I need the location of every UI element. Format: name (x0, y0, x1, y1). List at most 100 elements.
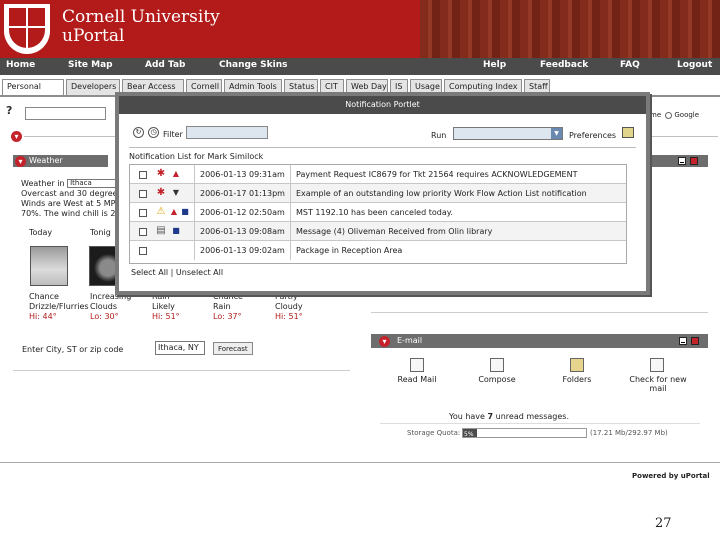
collapse-icon[interactable]: ▾ (11, 131, 22, 142)
divider (371, 312, 708, 313)
check-new-mail-link[interactable]: Check for new mail (623, 375, 693, 393)
search-engine-options: me Google (650, 111, 699, 119)
footer (0, 462, 720, 540)
table-row[interactable]: ✱ ▼ 2006-01-17 01:13pm Example of an out… (130, 184, 626, 203)
forecast-day-4-line2: Rain (213, 302, 231, 311)
select-links: Select All | Unselect All (131, 268, 224, 277)
footer-divider (0, 462, 720, 463)
read-mail-icon[interactable] (410, 358, 424, 372)
tab-developers[interactable]: Developers (66, 79, 120, 95)
site-header: Cornell University uPortal (0, 0, 720, 58)
minimize-icon[interactable] (678, 157, 686, 165)
history-icon[interactable]: ◷ (148, 127, 159, 138)
info-icon: ■ (172, 226, 180, 235)
notification-message[interactable]: Payment Request IC8679 for Tkt 21564 req… (296, 170, 577, 179)
tab-personal[interactable]: Personal (2, 79, 64, 96)
forecast-day-4: Chance Rain Lo: 37° (213, 292, 243, 322)
chevron-down-icon[interactable]: ▼ (551, 128, 562, 139)
brand-title: Cornell University uPortal (62, 8, 220, 46)
compose-link[interactable]: Compose (467, 375, 527, 384)
divider (290, 203, 291, 222)
warning-icon: ⚠ (156, 206, 166, 217)
forecast-day-5-line2: Cloudy (275, 302, 303, 311)
divider (194, 203, 195, 222)
weather-city-field[interactable]: Ithaca (67, 179, 118, 188)
preferences-icon[interactable] (622, 127, 634, 138)
row-checkbox[interactable] (139, 247, 147, 255)
storage-quota-percent: 5% (464, 431, 474, 438)
nav-add-tab[interactable]: Add Tab (145, 60, 185, 70)
forecast-day-2-temp: Lo: 30° (90, 312, 119, 321)
help-icon[interactable]: ? (6, 104, 12, 117)
run-select[interactable]: ▼ (453, 127, 563, 140)
preferences-link[interactable]: Preferences (569, 131, 616, 140)
row-checkbox[interactable] (139, 190, 147, 198)
zip-label: Enter City, ST or zip code (22, 345, 124, 354)
row-checkbox[interactable] (139, 209, 147, 217)
table-row[interactable]: ▤ ■ 2006-01-13 09:08am Message (4) Olive… (130, 222, 626, 241)
email-title: E-mail (397, 336, 423, 345)
compose-icon[interactable] (490, 358, 504, 372)
table-row[interactable]: 2006-01-13 09:02am Package in Reception … (130, 241, 626, 260)
email-collapse-icon[interactable]: ▾ (379, 335, 390, 347)
document-icon: ▤ (156, 225, 166, 236)
nav-faq[interactable]: FAQ (620, 60, 640, 70)
filter-input[interactable] (186, 126, 268, 139)
table-row[interactable]: ⚠ ▲ ■ 2006-01-12 02:50am MST 1192.10 has… (130, 203, 626, 222)
cornell-seal-logo[interactable] (4, 4, 50, 54)
storage-quota-label: Storage Quota: (407, 429, 461, 437)
weather-collapse-icon[interactable]: ▾ (15, 155, 26, 167)
notification-message[interactable]: MST 1192.10 has been canceled today. (296, 208, 453, 217)
weather-line-4: 70%. The wind chill is 2 (21, 209, 116, 218)
red-star-icon: ✱ (156, 168, 166, 179)
check-mail-icon[interactable] (650, 358, 664, 372)
nav-site-map[interactable]: Site Map (68, 60, 113, 70)
read-mail-link[interactable]: Read Mail (387, 375, 447, 384)
notification-date: 2006-01-13 09:31am (200, 170, 285, 179)
info-icon: ■ (181, 207, 189, 216)
nav-logout[interactable]: Logout (677, 60, 712, 70)
unselect-all-link[interactable]: Unselect All (176, 268, 223, 277)
divider (129, 147, 636, 148)
notification-date: 2006-01-13 09:02am (200, 246, 285, 255)
forecast-day-3: Rain Likely Hi: 51° (152, 292, 180, 322)
refresh-icon[interactable]: ↻ (133, 127, 144, 138)
folders-link[interactable]: Folders (547, 375, 607, 384)
priority-up-icon: ▲ (172, 169, 180, 178)
nav-change-skins[interactable]: Change Skins (219, 60, 288, 70)
divider (194, 165, 195, 184)
weather-col-tonight: Tonig (90, 228, 111, 237)
zip-input[interactable]: Ithaca, NY (155, 341, 205, 355)
folders-icon[interactable] (570, 358, 584, 372)
divider (290, 184, 291, 203)
header-library-photo (420, 0, 720, 58)
nav-feedback[interactable]: Feedback (540, 60, 588, 70)
notification-portlet-title: Notification Portlet (119, 96, 646, 114)
notification-message[interactable]: Example of an outstanding low priority W… (296, 189, 587, 198)
row-checkbox[interactable] (139, 171, 147, 179)
notification-message[interactable]: Package in Reception Area (296, 246, 402, 255)
search-input[interactable] (25, 107, 106, 120)
weather-channel-header: ▾ Weather (13, 155, 108, 167)
priority-up-icon: ▲ (170, 207, 178, 216)
minimize-icon[interactable] (679, 337, 687, 345)
filter-label: Filter (163, 130, 183, 139)
select-all-link[interactable]: Select All (131, 268, 168, 277)
brand-line-1: Cornell University (62, 7, 220, 27)
notification-date: 2006-01-17 01:13pm (200, 189, 285, 198)
notification-message[interactable]: Message (4) Oliveman Received from Olin … (296, 227, 492, 236)
table-row[interactable]: ✱ ▲ 2006-01-13 09:31am Payment Request I… (130, 165, 626, 184)
row-checkbox[interactable] (139, 228, 147, 236)
powered-by-uportal[interactable]: Powered by uPortal (632, 472, 710, 480)
nav-help[interactable]: Help (483, 60, 506, 70)
notification-date: 2006-01-13 09:08am (200, 227, 285, 236)
forecast-day-2-line2: Clouds (90, 302, 118, 311)
nav-home[interactable]: Home (6, 60, 35, 70)
close-icon[interactable] (691, 337, 699, 345)
forecast-button[interactable]: Forecast (213, 342, 253, 355)
forecast-day-1-temp: Hi: 44° (29, 312, 57, 321)
close-icon[interactable] (690, 157, 698, 165)
weather-current-conditions: Weather in Ithaca Overcast and 30 degree… (21, 179, 118, 219)
google-radio[interactable] (665, 111, 673, 119)
notification-portlet-dialog: Notification Portlet ↻ ◷ Filter Run ▼ Pr… (115, 92, 650, 295)
